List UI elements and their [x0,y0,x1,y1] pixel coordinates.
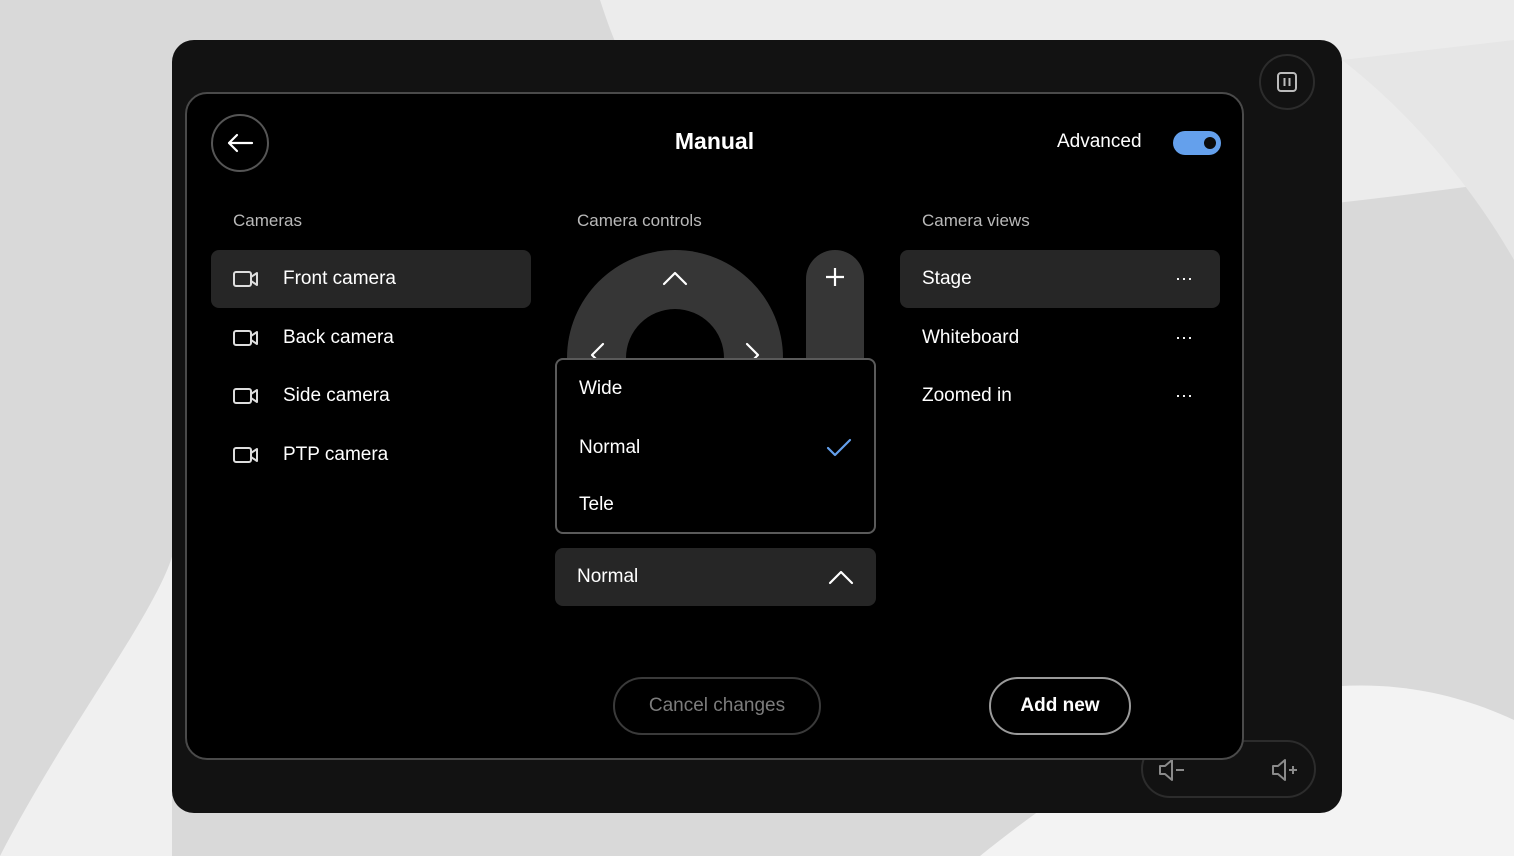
video-camera-icon [233,444,261,466]
camera-item-label: PTP camera [283,444,389,465]
camera-item-label: Back camera [283,327,394,348]
video-camera-icon [233,385,261,407]
option-label: Wide [579,378,623,399]
camera-item-label: Side camera [283,385,390,406]
zoom-option-tele[interactable]: Tele [557,476,874,534]
view-item-whiteboard[interactable]: Whiteboard ⋯ [900,309,1220,367]
camera-item-front[interactable]: Front camera [211,250,531,308]
video-camera-icon [233,268,261,290]
camera-item-ptp[interactable]: PTP camera [211,426,531,484]
view-item-stage[interactable]: Stage ⋯ [900,250,1220,308]
advanced-label: Advanced [1057,131,1142,152]
cameras-heading: Cameras [233,211,302,230]
more-options-icon[interactable]: ⋯ [1175,328,1194,349]
zoom-select-value: Normal [577,566,639,587]
view-item-label: Stage [922,268,972,289]
option-label: Normal [579,437,641,458]
advanced-toggle[interactable] [1173,131,1221,155]
zoom-option-wide[interactable]: Wide [557,360,874,418]
volume-up-icon [1272,759,1297,781]
add-new-button[interactable]: Add new [989,677,1131,735]
volume-down-button[interactable] [1157,756,1187,789]
chevron-up-icon[interactable] [662,270,688,286]
volume-down-icon [1159,759,1184,781]
camera-controls-heading: Camera controls [577,211,702,230]
panel-icon [1277,72,1297,92]
view-item-label: Zoomed in [922,385,1012,406]
chevron-up-icon [828,570,854,585]
view-item-label: Whiteboard [922,327,1020,348]
more-options-icon[interactable]: ⋯ [1175,269,1194,290]
view-item-zoomed-in[interactable]: Zoomed in ⋯ [900,367,1220,425]
option-label: Tele [579,494,614,515]
more-options-icon[interactable]: ⋯ [1175,386,1194,407]
camera-views-heading: Camera views [922,211,1030,230]
camera-item-back[interactable]: Back camera [211,309,531,367]
video-camera-icon [233,327,261,349]
camera-item-side[interactable]: Side camera [211,367,531,425]
volume-up-button[interactable] [1270,756,1300,789]
zoom-option-normal[interactable]: Normal [557,419,874,477]
check-icon [826,438,852,457]
toggle-knob [1204,137,1216,149]
cancel-changes-button[interactable]: Cancel changes [613,677,821,735]
zoom-options-menu: Wide Normal Tele [555,358,876,534]
zoom-in-icon[interactable] [824,266,846,288]
camera-item-label: Front camera [283,268,396,289]
camera-settings-panel: Manual Advanced Cameras Front camera Bac… [185,92,1244,760]
panel-toggle-button[interactable] [1259,54,1315,110]
zoom-select[interactable]: Normal [555,548,876,606]
